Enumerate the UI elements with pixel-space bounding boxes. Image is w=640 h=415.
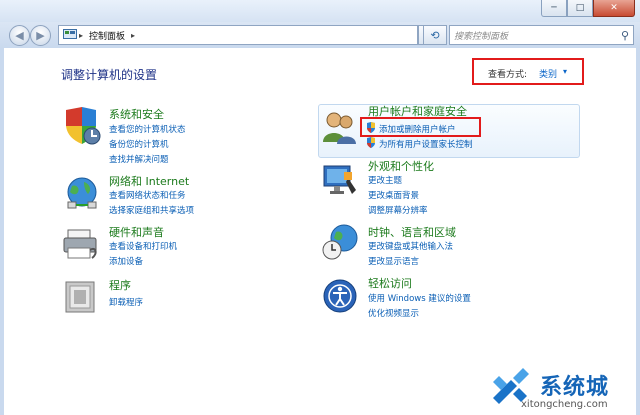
search-box[interactable]: 搜索控制面板 ⚲ xyxy=(449,25,634,45)
uac-shield-icon xyxy=(367,137,375,148)
add-remove-user-highlight xyxy=(360,117,481,137)
page-title: 调整计算机的设置 xyxy=(61,68,158,82)
category-ease-of-access[interactable]: 轻松访问 xyxy=(368,275,412,291)
watermark-url: xitongcheng.com xyxy=(521,399,608,410)
forward-arrow-icon[interactable]: ▶ xyxy=(30,25,51,46)
link-parental-controls[interactable]: 为所有用户设置家长控制 xyxy=(379,138,473,150)
category-clock-language-region[interactable]: 时钟、语言和区域 xyxy=(368,224,456,240)
search-icon[interactable]: ⚲ xyxy=(617,29,633,42)
ease-of-access-icon[interactable] xyxy=(320,276,360,316)
breadcrumb-separator: ▸ xyxy=(131,30,136,40)
category-system-security[interactable]: 系统和安全 xyxy=(109,106,164,122)
link-change-display-language[interactable]: 更改显示语言 xyxy=(368,255,419,267)
display-personalization-icon[interactable] xyxy=(320,160,360,200)
watermark-text: 系统城 xyxy=(540,375,610,400)
programs-box-icon[interactable] xyxy=(62,276,102,316)
link-view-computer-status[interactable]: 查看您的计算机状态 xyxy=(109,123,186,135)
printer-icon[interactable] xyxy=(62,224,102,264)
breadcrumb-control-panel[interactable]: 控制面板 xyxy=(89,29,125,42)
window-controls: ─ □ ✕ xyxy=(541,0,635,17)
search-input[interactable]: 搜索控制面板 xyxy=(454,29,617,42)
link-adjust-resolution[interactable]: 调整屏幕分辨率 xyxy=(368,204,428,216)
address-bar[interactable]: ▸ 控制面板 ▸ xyxy=(58,25,418,45)
link-add-device[interactable]: 添加设备 xyxy=(109,255,143,267)
refresh-icon[interactable]: ⟲ xyxy=(423,25,447,45)
control-panel-icon xyxy=(63,29,77,39)
category-programs[interactable]: 程序 xyxy=(109,277,131,293)
link-view-devices-printers[interactable]: 查看设备和打印机 xyxy=(109,240,177,252)
shield-icon[interactable] xyxy=(62,106,102,146)
link-backup-computer[interactable]: 备份您的计算机 xyxy=(109,138,169,150)
link-uninstall-program[interactable]: 卸载程序 xyxy=(109,296,143,308)
clock-globe-icon[interactable] xyxy=(320,222,360,262)
chevron-down-icon[interactable]: ▾ xyxy=(563,67,567,76)
link-windows-recommended-settings[interactable]: 使用 Windows 建议的设置 xyxy=(368,292,471,304)
back-arrow-icon[interactable]: ◀ xyxy=(9,25,30,46)
link-change-theme[interactable]: 更改主题 xyxy=(368,174,402,186)
minimize-button[interactable]: ─ xyxy=(541,0,567,17)
maximize-button[interactable]: □ xyxy=(567,0,593,17)
view-mode-select[interactable]: 类别 xyxy=(539,67,557,80)
link-view-network-status[interactable]: 查看网络状态和任务 xyxy=(109,189,186,201)
link-homegroup-sharing[interactable]: 选择家庭组和共享选项 xyxy=(109,204,194,216)
category-network-internet[interactable]: 网络和 Internet xyxy=(109,173,189,189)
breadcrumb-separator: ▸ xyxy=(79,30,84,40)
view-mode-label: 查看方式: xyxy=(488,70,528,80)
link-change-background[interactable]: 更改桌面背景 xyxy=(368,189,419,201)
category-appearance[interactable]: 外观和个性化 xyxy=(368,158,434,174)
network-globe-icon[interactable] xyxy=(62,174,102,214)
users-icon[interactable] xyxy=(320,108,360,148)
navigation-bar: ◀ ▶ ▸ 控制面板 ▸ ▾ ⟲ 搜索控制面板 ⚲ xyxy=(0,22,640,48)
category-hardware-sound[interactable]: 硬件和声音 xyxy=(109,224,164,240)
title-bar: ─ □ ✕ xyxy=(0,0,640,22)
link-change-keyboard[interactable]: 更改键盘或其他输入法 xyxy=(368,240,453,252)
link-troubleshoot[interactable]: 查找并解决问题 xyxy=(109,153,169,165)
link-optimize-video-display[interactable]: 优化视频显示 xyxy=(368,307,419,319)
close-button[interactable]: ✕ xyxy=(593,0,635,17)
